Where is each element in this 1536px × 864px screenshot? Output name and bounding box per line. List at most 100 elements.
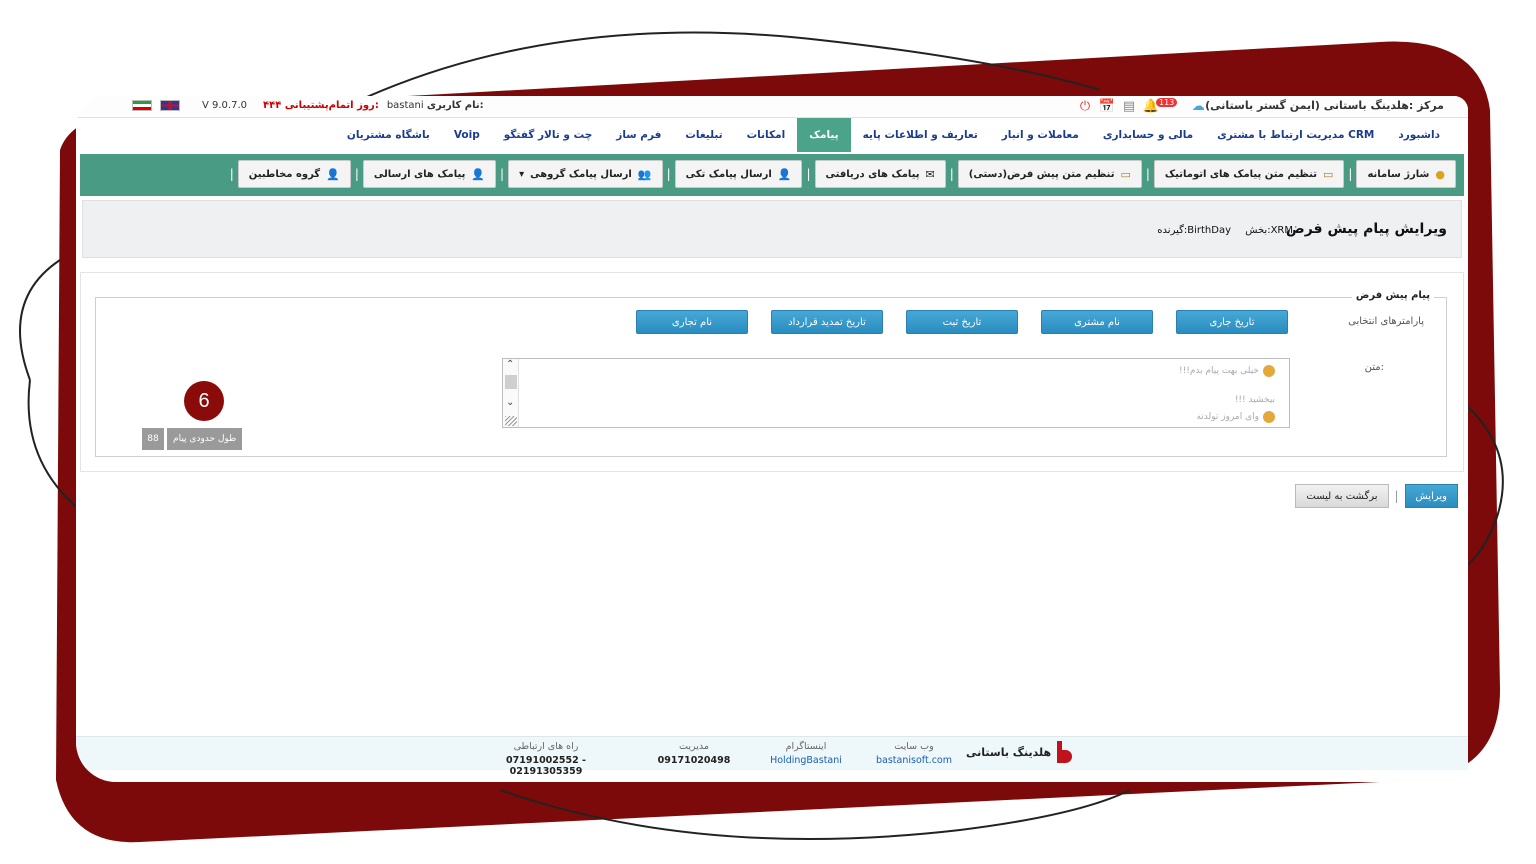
- text-line-content: بیخشید !!!: [1234, 395, 1275, 405]
- user-icon: 👤: [471, 167, 486, 181]
- submenu-charge[interactable]: ● شارژ سامانه: [1356, 160, 1456, 188]
- main-menu: داشبورد مدیریت ارتباط با مشتری CRM مالی …: [335, 118, 1452, 152]
- menu-form-builder[interactable]: فرم ساز: [604, 118, 673, 152]
- param-customer-name-button[interactable]: نام مشتری: [1041, 310, 1153, 334]
- param-current-date-button[interactable]: تاریخ جاری: [1176, 310, 1288, 334]
- separator: |: [1145, 167, 1150, 181]
- menu-ads[interactable]: تبلیغات: [673, 118, 734, 152]
- footer-website: وب سایت bastanisoft.com: [874, 741, 954, 766]
- instagram-link[interactable]: HoldingBastani: [764, 755, 848, 766]
- submenu-sent-sms[interactable]: 👤 پیامک های ارسالی: [362, 160, 497, 188]
- fieldset-legend: پیام پیش فرض: [1351, 290, 1434, 301]
- menu-crm[interactable]: مدیریت ارتباط با مشتری CRM: [1205, 118, 1386, 152]
- uk-flag-icon[interactable]: [160, 100, 180, 111]
- brand-logo-icon: [1055, 741, 1075, 763]
- message-length: 88 طول حدودی پیام: [142, 428, 243, 450]
- scroll-up-icon[interactable]: ⌃: [506, 359, 514, 370]
- step-number-badge: 6: [184, 381, 224, 421]
- message-textarea[interactable]: ⌃ ⌄ خیلی بهت پیام بدم!!! بیخشید !!! وای …: [502, 358, 1290, 428]
- website-link[interactable]: bastanisoft.com: [874, 755, 954, 766]
- center-title: مرکز :هلدینگ باستانی (ایمن گستر باستانی): [1205, 99, 1444, 112]
- user-icon: 👤: [777, 167, 792, 181]
- text-label: متن:: [1364, 362, 1384, 373]
- username-label: نام کاربری:: [426, 100, 484, 111]
- param-renewal-date-button[interactable]: تاریخ تمدید قرارداد: [771, 310, 883, 334]
- coin-icon: ●: [1435, 167, 1445, 181]
- username: bastani نام کاربری:: [387, 100, 484, 111]
- menu-voip[interactable]: Voip: [442, 118, 492, 152]
- menu-features[interactable]: امکانات: [735, 118, 798, 152]
- footer-contact: راه های ارتباطی 07191002552 - 0219130535…: [472, 741, 620, 777]
- document-icon: ▭: [1322, 167, 1334, 181]
- submenu-label: تنظیم متن پیش فرض(دستی): [968, 168, 1115, 180]
- separator: |: [354, 167, 359, 181]
- message-length-value: 88: [142, 428, 164, 450]
- submenu-label: ارسال پیامک تکی: [685, 168, 772, 180]
- default-message-fieldset: پیام پیش فرض پارامترهای انتخابی تاریخ جا…: [95, 290, 1447, 457]
- menu-trade[interactable]: معاملات و انبار: [990, 118, 1091, 152]
- top-bar: V 9.0.7.0 ۴۴۴ روز اتمام‌پشتیبانی: bastan…: [76, 96, 1468, 118]
- power-icon[interactable]: ⏻: [1076, 97, 1094, 115]
- message-length-label: طول حدودی پیام: [167, 428, 243, 450]
- resize-grip-icon[interactable]: [505, 416, 517, 426]
- submenu-label: گروه مخاطبین: [248, 168, 321, 180]
- app-window: V 9.0.7.0 ۴۴۴ روز اتمام‌پشتیبانی: bastan…: [76, 96, 1468, 782]
- param-trade-name-button[interactable]: نام تجاری: [636, 310, 748, 334]
- submenu-label: تنظیم متن پیامک های اتوماتیک: [1164, 168, 1317, 180]
- scroll-thumb[interactable]: [505, 375, 517, 389]
- notes-icon[interactable]: ▤: [1120, 97, 1138, 115]
- param-register-date-button[interactable]: تاریخ ثبت: [906, 310, 1018, 334]
- params-label: پارامترهای انتخابی: [1348, 316, 1424, 327]
- separator: |: [1394, 489, 1399, 503]
- submenu-send-single[interactable]: 👤 ارسال پیامک تکی: [674, 160, 803, 188]
- contact-label: راه های ارتباطی: [513, 741, 579, 752]
- support-expiry: ۴۴۴ روز اتمام‌پشتیبانی:: [263, 100, 379, 111]
- document-icon: ▭: [1120, 167, 1131, 181]
- menu-sms[interactable]: پیامک: [797, 118, 851, 152]
- page-title: ویرایش پیام پیش فرض: [1285, 221, 1447, 237]
- website-label: وب سایت: [894, 741, 934, 752]
- form-actions: ویرایش | برگشت به لیست: [1295, 484, 1458, 508]
- menu-dashboard[interactable]: داشبورد: [1386, 118, 1452, 152]
- brand-name: هلدینگ باستانی: [966, 745, 1052, 759]
- text-line-content: خیلی بهت پیام بدم!!!: [1179, 366, 1259, 376]
- separator: |: [500, 167, 505, 181]
- separator: |: [949, 167, 954, 181]
- calendar-icon[interactable]: 📅: [1098, 97, 1116, 115]
- username-value: bastani: [386, 100, 424, 111]
- sms-submenu: ● شارژ سامانه | ▭ تنظیم متن پیامک های اتوم…: [80, 154, 1464, 196]
- submenu-label: شارژ سامانه: [1367, 168, 1430, 180]
- submenu-send-group[interactable]: 👥 ارسال پیامک گروهی ▾: [508, 160, 663, 188]
- iran-flag-icon[interactable]: [132, 100, 152, 111]
- management-phone: 09171020498: [657, 755, 731, 766]
- menu-customer-club[interactable]: باشگاه مشتریان: [335, 118, 442, 152]
- submenu-label: ارسال پیامک گروهی: [530, 168, 632, 180]
- submenu-contact-groups[interactable]: 👤 گروه مخاطبین: [237, 160, 351, 188]
- instagram-label: اینستاگرام: [785, 741, 827, 752]
- footer: هلدینگ باستانی وب سایت bastanisoft.com ا…: [76, 736, 1468, 777]
- submenu-received-sms[interactable]: ✉ پیامک های دریافتی: [814, 160, 946, 188]
- footer-brand: هلدینگ باستانی: [966, 741, 1075, 763]
- section-label: بخش:XRM: [1245, 225, 1293, 236]
- separator: |: [1348, 167, 1353, 181]
- separator: |: [229, 167, 234, 181]
- inbox-icon: ✉: [925, 167, 935, 181]
- emoji-icon: [1263, 365, 1275, 377]
- scroll-down-icon[interactable]: ⌄: [506, 397, 514, 408]
- users-icon: 👥: [637, 167, 652, 181]
- menu-definitions[interactable]: تعاریف و اطلاعات پایه: [851, 118, 990, 152]
- contact-phones: 07191002552 - 02191305359: [506, 755, 586, 777]
- menu-chat[interactable]: چت و تالار گفتگو: [492, 118, 605, 152]
- back-to-list-button[interactable]: برگشت به لیست: [1295, 484, 1389, 508]
- textarea-scrollbar[interactable]: ⌃ ⌄: [503, 359, 519, 427]
- separator: |: [806, 167, 811, 181]
- submenu-auto-sms-text[interactable]: ▭ تنظیم متن پیامک های اتوماتیک: [1153, 160, 1345, 188]
- submenu-row: ● شارژ سامانه | ▭ تنظیم متن پیامک های اتوم…: [230, 160, 1456, 188]
- edit-button[interactable]: ویرایش: [1404, 484, 1458, 508]
- menu-finance[interactable]: مالی و حسابداری: [1091, 118, 1205, 152]
- submenu-default-text[interactable]: ▭ تنظیم متن پیش فرض(دستی): [957, 160, 1142, 188]
- text-line: خیلی بهت پیام بدم!!!: [1179, 365, 1275, 377]
- user-icon: 👤: [326, 167, 340, 181]
- text-line: وای امروز تولدته: [1196, 411, 1275, 423]
- notification-count: 113: [1156, 97, 1178, 107]
